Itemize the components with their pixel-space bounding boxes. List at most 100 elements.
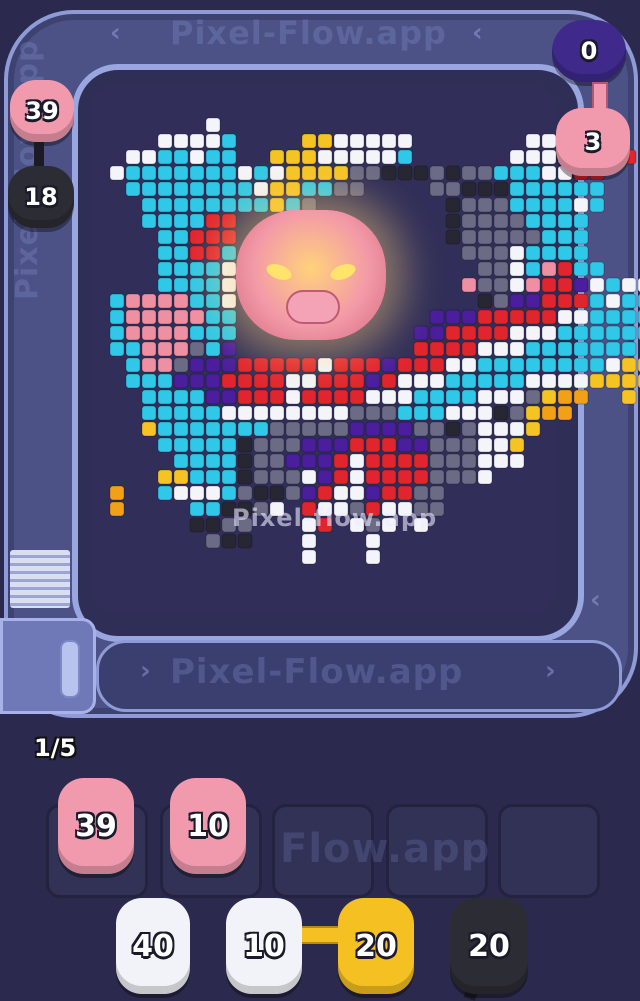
pixel-block (621, 373, 637, 389)
pixel-block (173, 245, 189, 261)
pixel-block (397, 437, 413, 453)
pixel-block (189, 421, 205, 437)
pixel-block (365, 533, 381, 549)
pixel-block (525, 197, 541, 213)
pixel-block (205, 389, 221, 405)
pixel-block (525, 373, 541, 389)
pixel-block (525, 213, 541, 229)
pixel-block (445, 453, 461, 469)
pixel-block (173, 309, 189, 325)
pixel-block (477, 437, 493, 453)
pixel-block (253, 373, 269, 389)
pixel-block (509, 213, 525, 229)
pixel-block (221, 469, 237, 485)
pixel-block (157, 229, 173, 245)
pixel-block (621, 325, 637, 341)
pixel-block (189, 373, 205, 389)
pixel-block (477, 421, 493, 437)
track-pig-purple[interactable]: 0 (552, 20, 626, 82)
pixel-block (381, 357, 397, 373)
pixel-block (381, 469, 397, 485)
pixel-block (461, 245, 477, 261)
pixel-block (189, 133, 205, 149)
pixel-block (397, 421, 413, 437)
pixel-block (205, 357, 221, 373)
pixel-block (445, 421, 461, 437)
pixel-block (205, 229, 221, 245)
slot-5[interactable] (498, 804, 600, 898)
pixel-block (365, 453, 381, 469)
pixel-block (557, 277, 573, 293)
track-pig-pink[interactable]: 3 (556, 108, 630, 176)
pixel-block (397, 373, 413, 389)
pixel-block (461, 389, 477, 405)
pixel-block (621, 293, 637, 309)
pixel-block (317, 485, 333, 501)
pixel-block (157, 197, 173, 213)
pixel-block (509, 245, 525, 261)
pixel-block (573, 325, 589, 341)
queue-pig-black[interactable]: 20 (450, 898, 528, 994)
pixel-block (541, 325, 557, 341)
pixel-block (509, 309, 525, 325)
pixel-block (269, 389, 285, 405)
pixel-block (605, 341, 621, 357)
pixel-block (109, 165, 125, 181)
pixel-block (477, 213, 493, 229)
queue-pig-white[interactable]: 10 (226, 898, 302, 994)
slot-pig-pink[interactable]: 39 (58, 778, 134, 874)
pixel-block (269, 453, 285, 469)
pixel-block (461, 405, 477, 421)
pixel-block (589, 325, 605, 341)
pixel-block (173, 213, 189, 229)
pixel-block (189, 213, 205, 229)
queue-pig-white[interactable]: 40 (116, 898, 190, 994)
pixel-block (541, 229, 557, 245)
pixel-block (333, 453, 349, 469)
pixel-block (141, 341, 157, 357)
pixel-block (509, 325, 525, 341)
pixel-block (269, 405, 285, 421)
pixel-block (605, 325, 621, 341)
pixel-block (173, 437, 189, 453)
pixel-block (509, 405, 525, 421)
pixel-block (205, 469, 221, 485)
pixel-block (189, 181, 205, 197)
pixel-block (349, 405, 365, 421)
pixel-block (125, 341, 141, 357)
track-pig-black[interactable]: 18 (8, 166, 74, 228)
queue-pig-yellow[interactable]: 20 (338, 898, 414, 994)
pixel-block (173, 293, 189, 309)
pixel-block (509, 389, 525, 405)
pixel-block (157, 277, 173, 293)
pixel-block (541, 357, 557, 373)
pixel-block (493, 277, 509, 293)
pixel-block (301, 453, 317, 469)
track-pig-pink[interactable]: 39 (10, 80, 74, 142)
pixel-block (285, 181, 301, 197)
pixel-block (541, 373, 557, 389)
slot-pig-pink[interactable]: 10 (170, 778, 246, 874)
pixel-block (381, 421, 397, 437)
pixel-block (461, 437, 477, 453)
pixel-block (557, 261, 573, 277)
pixel-block (397, 149, 413, 165)
pixel-block (525, 165, 541, 181)
pixel-block (157, 389, 173, 405)
pixel-block (381, 453, 397, 469)
pixel-block (557, 309, 573, 325)
pixel-block (365, 485, 381, 501)
pixel-block (477, 277, 493, 293)
pixel-block (269, 469, 285, 485)
pixel-block (109, 485, 125, 501)
pixel-block (205, 133, 221, 149)
pixel-block (461, 165, 477, 181)
pixel-block (365, 357, 381, 373)
pixel-block (525, 149, 541, 165)
pixel-block (397, 357, 413, 373)
pixel-block (381, 405, 397, 421)
pixel-block (381, 373, 397, 389)
pixel-block (285, 405, 301, 421)
pig-boss[interactable] (236, 210, 386, 340)
pixel-block (333, 149, 349, 165)
